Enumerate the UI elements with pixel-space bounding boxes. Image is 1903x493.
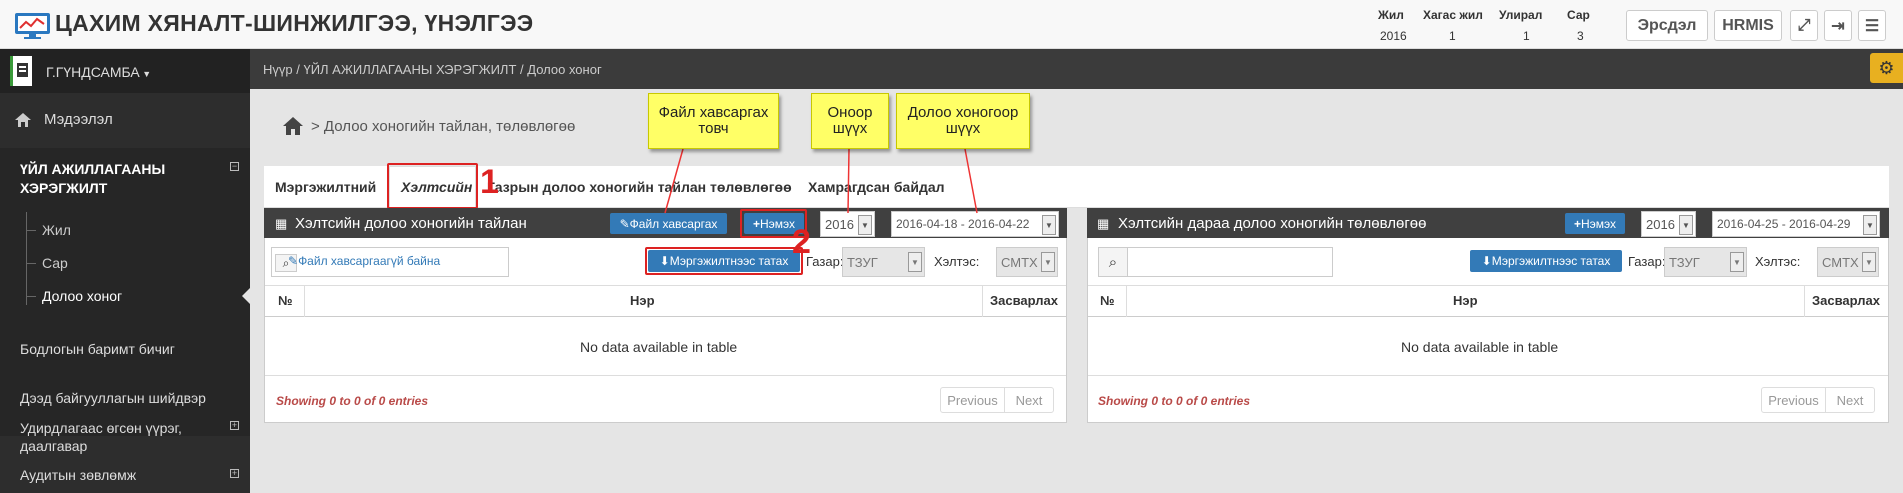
annotation-arrows [664, 148, 978, 214]
arrow-line [964, 148, 978, 214]
callout-week: Долоо хоногоор шүүх [896, 93, 1030, 149]
marker-2: 2 [792, 223, 811, 261]
marker-1: 1 [480, 163, 499, 201]
callout-attach: Файл хавсаргах товч [648, 93, 779, 149]
callout-year: Оноор шүүх [811, 93, 889, 149]
arrow-line [847, 148, 850, 214]
arrow-line [664, 148, 684, 214]
